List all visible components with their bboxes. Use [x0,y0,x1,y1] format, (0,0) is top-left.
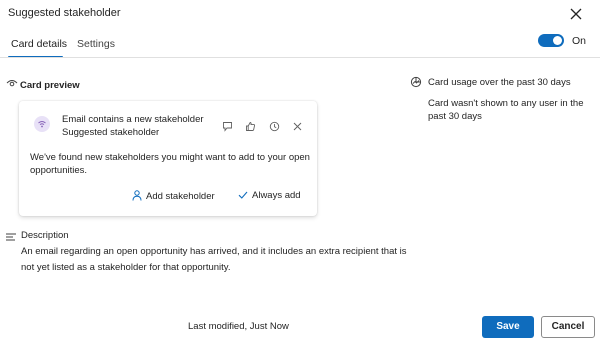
tab-settings[interactable]: Settings [77,38,115,50]
card-title: Email contains a new stakeholder [62,114,204,125]
cancel-button[interactable]: Cancel [541,316,595,338]
preview-card: Email contains a new stakeholder Suggest… [19,101,317,216]
add-stakeholder-label: Add stakeholder [146,191,215,202]
description-heading: Description [21,230,69,241]
dismiss-icon[interactable] [292,119,303,131]
tab-card-details[interactable]: Card details [11,38,67,50]
thumbs-up-icon[interactable] [245,119,256,131]
description-text: An email regarding an open opportunity h… [21,246,407,273]
save-button[interactable]: Save [482,316,534,338]
toggle-knob [553,36,562,45]
card-preview-heading: Card preview [20,80,80,91]
eye-icon [6,80,18,87]
last-modified-text: Last modified, Just Now [188,321,289,332]
card-enabled-toggle[interactable] [538,34,564,47]
person-icon [132,190,142,201]
card-action-icons [214,119,303,132]
tab-divider [0,57,600,58]
usage-icon [410,76,422,88]
usage-text: Card wasn't shown to any user in the pas… [428,98,584,122]
snooze-icon[interactable] [269,119,280,132]
dialog-title: Suggested stakeholder [8,7,121,19]
feedback-icon[interactable] [222,119,233,132]
toggle-state-label: On [571,35,586,47]
close-icon[interactable] [566,4,586,24]
add-stakeholder-button[interactable]: Add stakeholder [132,190,215,202]
always-add-label: Always add [252,190,301,201]
card-avatar [34,116,50,132]
card-subtitle: Suggested stakeholder [62,127,160,138]
always-add-button[interactable]: Always add [238,190,301,201]
text-align-icon [6,233,16,241]
close-button[interactable] [566,4,586,24]
wifi-icon [38,121,46,128]
tab-list: Card details Settings [0,30,600,58]
card-body-text: We've found new stakeholders you might w… [30,152,310,176]
usage-heading: Card usage over the past 30 days [428,77,571,88]
checkmark-icon [238,191,248,199]
